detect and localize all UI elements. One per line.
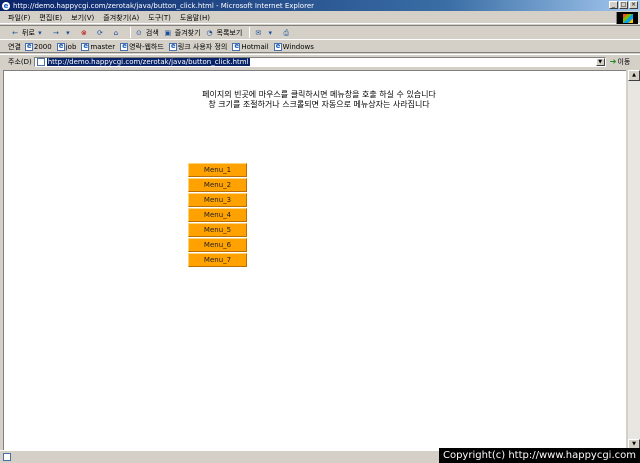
menu-file[interactable]: 파일(F) (8, 13, 30, 23)
links-label: 연결 (8, 42, 21, 51)
link-label: Windows (282, 42, 314, 51)
page-icon (120, 42, 129, 51)
link-item[interactable]: Windows (273, 42, 314, 51)
menu-button-1[interactable]: Menu_1 (188, 163, 247, 177)
chevron-down-icon: ▾ (268, 28, 273, 37)
page-message: 페이지의 빈곳에 마우스를 클릭하시면 메뉴창을 호출 하실 수 있습니다 창 … (4, 90, 634, 110)
page-icon (81, 42, 90, 51)
links-bar: 연결 2000 job master 영락-웹하드 링크 사용자 정의 Hotm… (0, 41, 640, 53)
scroll-up-button[interactable]: ▲ (628, 70, 640, 81)
back-label: 뒤로 (22, 28, 35, 37)
window-controls: _ □ × (609, 1, 638, 9)
address-label: 주소(D) (8, 57, 32, 66)
page-icon (36, 57, 45, 66)
chevron-down-icon: ▾ (66, 28, 70, 37)
link-item[interactable]: master (81, 42, 116, 51)
copyright-banner: Copyright(c) http://www.happycgi.com (438, 448, 640, 463)
menu-button-5[interactable]: Menu_5 (188, 223, 247, 237)
menu-edit[interactable]: 편집(E) (39, 13, 62, 23)
history-icon: ◔ (206, 28, 213, 37)
page-icon (3, 453, 11, 461)
window-title: http://demo.happycgi.com/zerotak/java/bu… (13, 1, 315, 10)
page-icon (232, 42, 241, 51)
page-icon (56, 42, 65, 51)
menu-help[interactable]: 도움말(H) (180, 13, 210, 23)
link-item[interactable]: job (56, 42, 77, 51)
search-icon: ⊙ (135, 28, 142, 37)
chevron-down-icon: ▾ (38, 28, 42, 37)
print-button[interactable]: ⎙ (281, 28, 293, 38)
menu-button-2[interactable]: Menu_2 (188, 178, 247, 192)
address-url[interactable]: http://demo.happycgi.com/zerotak/java/bu… (46, 57, 250, 66)
mail-icon: ✉ (255, 28, 262, 37)
forward-button[interactable]: → ▾ (51, 28, 75, 38)
link-item[interactable]: Hotmail (232, 42, 269, 51)
refresh-button[interactable]: ⟳ (95, 28, 107, 38)
history-button[interactable]: ◔ 목록보기 (205, 28, 243, 38)
print-icon: ⎙ (283, 28, 290, 37)
menu-tools[interactable]: 도구(T) (148, 13, 171, 23)
refresh-icon: ⟳ (96, 28, 103, 37)
close-button[interactable]: × (629, 1, 638, 9)
search-label: 검색 (145, 28, 159, 37)
favorites-button[interactable]: ▣ 즐겨찾기 (163, 28, 201, 38)
stop-icon: ⊗ (80, 28, 87, 37)
go-arrow-icon: ➔ (609, 57, 617, 66)
vertical-scrollbar[interactable]: ▲ ▼ (627, 70, 640, 450)
page-icon (24, 42, 33, 51)
search-button[interactable]: ⊙ 검색 (134, 28, 159, 38)
link-item[interactable]: 링크 사용자 정의 (168, 42, 228, 52)
menu-favorites[interactable]: 즐겨찾기(A) (103, 13, 139, 23)
go-button[interactable]: ➔ 이동 (610, 57, 631, 67)
maximize-button[interactable]: □ (619, 1, 628, 9)
page-content[interactable]: 페이지의 빈곳에 마우스를 클릭하시면 메뉴창을 호출 하실 수 있습니다 창 … (3, 70, 626, 450)
page-icon (168, 42, 177, 51)
link-label: 영락-웹하드 (129, 42, 164, 51)
go-label: 이동 (617, 57, 631, 66)
window-titlebar[interactable]: e http://demo.happycgi.com/zerotak/java/… (0, 0, 640, 11)
minimize-button[interactable]: _ (609, 1, 618, 9)
popup-menu: Menu_1 Menu_2 Menu_3 Menu_4 Menu_5 Menu_… (188, 163, 248, 268)
home-icon: ⌂ (113, 28, 119, 37)
mail-button[interactable]: ✉ ▾ (253, 28, 277, 38)
menu-button-6[interactable]: Menu_6 (188, 238, 247, 252)
link-label: 링크 사용자 정의 (177, 42, 228, 51)
ie-logo-icon: e (2, 1, 10, 10)
menu-button-7[interactable]: Menu_7 (188, 253, 247, 267)
menu-button-3[interactable]: Menu_3 (188, 193, 247, 207)
address-dropdown-button[interactable]: ▼ (595, 57, 605, 66)
favorites-label: 즐겨찾기 (174, 28, 201, 37)
home-button[interactable]: ⌂ (111, 28, 123, 38)
link-label: master (90, 42, 116, 51)
stop-button[interactable]: ⊗ (79, 28, 91, 38)
menu-button-4[interactable]: Menu_4 (188, 208, 247, 222)
link-item[interactable]: 영락-웹하드 (120, 42, 164, 52)
forward-arrow-icon: → (52, 28, 59, 37)
windows-logo-icon (616, 12, 638, 24)
address-input[interactable]: http://demo.happycgi.com/zerotak/java/bu… (33, 56, 606, 67)
back-button[interactable]: ← 뒤로 ▾ (10, 28, 47, 38)
link-item[interactable]: 2000 (24, 42, 52, 51)
message-line-1: 페이지의 빈곳에 마우스를 클릭하시면 메뉴창을 호출 하실 수 있습니다 (202, 90, 436, 99)
page-icon (273, 42, 282, 51)
back-arrow-icon: ← (12, 28, 18, 37)
menu-bar: 파일(F) 편집(E) 보기(V) 즐겨찾기(A) 도구(T) 도움말(H) (0, 12, 640, 24)
address-bar: 주소(D) http://demo.happycgi.com/zerotak/j… (0, 54, 640, 68)
link-label: job (65, 42, 77, 51)
history-label: 목록보기 (216, 28, 243, 37)
toolbar-separator (129, 27, 131, 38)
link-label: 2000 (33, 42, 52, 51)
standard-toolbar: ← 뒤로 ▾ → ▾ ⊗ ⟳ ⌂ ⊙ 검색 ▣ 즐겨찾기 ◔ 목록보기 ✉ ▾ … (0, 25, 640, 40)
message-line-2: 창 크기를 조절하거나 스크롤되면 자동으로 메뉴상자는 사라집니다 (208, 100, 430, 109)
toolbar-separator (249, 27, 251, 38)
favorites-icon: ▣ (164, 28, 172, 37)
menu-view[interactable]: 보기(V) (71, 13, 94, 23)
link-label: Hotmail (241, 42, 269, 51)
